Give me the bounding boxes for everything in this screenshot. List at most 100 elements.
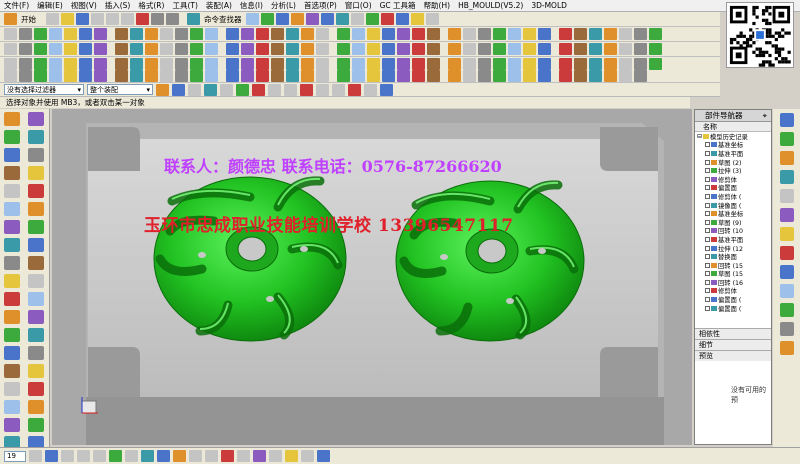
edit-object-icon[interactable] [221,450,234,462]
reuse-library-icon[interactable] [779,151,794,165]
hd3d-tools-icon[interactable] [779,170,794,184]
boss-icon[interactable] [49,43,62,55]
parting-icon[interactable] [337,70,350,82]
blend-icon[interactable] [634,43,647,55]
polygon-icon[interactable] [649,28,662,40]
open-folder-icon[interactable] [61,13,74,25]
n-sided-icon[interactable] [190,58,203,70]
unite-icon[interactable] [4,220,20,234]
n-sided-icon[interactable] [49,58,62,70]
shell-icon[interactable] [241,43,254,55]
blend-icon[interactable] [493,43,506,55]
layer-icon[interactable] [28,400,44,414]
sew-icon[interactable] [493,58,506,70]
help-icon[interactable] [410,13,424,25]
pattern-icon[interactable] [412,43,425,55]
draft-icon[interactable] [4,274,20,288]
rectangle-icon[interactable] [493,28,506,40]
ejector-icon[interactable] [94,70,107,82]
mold-base-icon[interactable] [634,70,647,82]
background-icon[interactable] [157,450,170,462]
menu-analysis[interactable]: 分析(L) [271,0,296,11]
swept-icon[interactable] [574,58,587,70]
through-curves-icon[interactable] [4,58,17,70]
thicken-icon[interactable] [94,58,107,70]
mold-base-icon[interactable] [352,70,365,82]
move-object-icon[interactable] [173,450,186,462]
view-icon[interactable] [275,13,289,25]
datum-plane-icon[interactable] [4,130,20,144]
show-icon[interactable] [205,450,218,462]
face-rule-icon[interactable] [204,83,217,96]
point-set-icon[interactable] [28,148,44,162]
selection-filter-dropdown[interactable]: 没有选择过滤器 ▾ [4,84,84,95]
parting-icon[interactable] [619,70,632,82]
visibility-checkbox[interactable] [705,297,710,303]
trim-body-icon[interactable] [4,310,20,324]
mirror-icon[interactable] [28,274,44,288]
system-materials-icon[interactable] [779,227,794,241]
thicken-icon[interactable] [226,58,239,70]
visibility-checkbox[interactable] [705,185,710,191]
extrude-icon[interactable] [286,43,299,55]
shrinkage-icon[interactable] [19,70,32,82]
point-icon[interactable] [337,28,350,40]
point-icon[interactable] [64,28,77,40]
project-curve-icon[interactable] [271,28,284,40]
visibility-checkbox[interactable] [705,202,710,208]
section-dependencies[interactable]: 相依性 [695,328,771,339]
sew-icon[interactable] [634,58,647,70]
draft-icon[interactable] [115,43,128,55]
mold-wizard-icon[interactable] [380,13,394,25]
split-body-icon[interactable] [28,310,44,324]
parting-icon[interactable] [205,70,218,82]
mold-base-icon[interactable] [79,70,92,82]
menu-preferences[interactable]: 首选项(P) [304,0,337,11]
body-filter-icon[interactable] [236,83,249,96]
zoom-icon[interactable] [61,450,74,462]
visibility-checkbox[interactable] [705,236,710,242]
cavity-layout-icon[interactable] [463,70,476,82]
slider-icon[interactable] [523,70,536,82]
visibility-checkbox[interactable] [705,211,710,217]
patch-icon[interactable] [130,58,143,70]
bounded-plane-icon[interactable] [34,58,47,70]
offset-curve-icon[interactable] [256,28,269,40]
process-studio-icon[interactable] [779,246,794,260]
chamfer-icon[interactable] [367,43,380,55]
fit-view-icon[interactable] [45,450,58,462]
n-sided-icon[interactable] [604,58,617,70]
offset-face-icon[interactable] [241,58,254,70]
visibility-checkbox[interactable] [705,176,710,182]
menu-insert[interactable]: 插入(S) [105,0,131,11]
rectangle-icon[interactable] [352,28,365,40]
measure-icon[interactable] [335,13,349,25]
menu-format[interactable]: 格式(R) [138,0,164,11]
section-view-icon[interactable] [253,450,266,462]
impeller-part-right[interactable] [395,180,585,342]
revolve-icon[interactable] [160,43,173,55]
trim-sheet-icon[interactable] [337,58,350,70]
redo-icon[interactable] [166,13,179,25]
pocket-icon[interactable] [619,43,632,55]
orient-view-icon[interactable] [141,450,154,462]
circle-icon[interactable] [34,28,47,40]
mold-csys-icon[interactable] [286,70,299,82]
offset-face-icon[interactable] [523,58,536,70]
tree-item[interactable]: 基准坐标 [697,209,771,218]
draft-icon[interactable] [256,43,269,55]
polygon-icon[interactable] [226,28,239,40]
endpoint-snap-icon[interactable] [252,83,265,96]
thicken-icon[interactable] [508,58,521,70]
web-browser-icon[interactable] [779,189,794,203]
extrude-icon[interactable] [427,43,440,55]
project-curve-icon[interactable] [412,28,425,40]
tree-item[interactable]: 基准平面 [697,149,771,158]
offset-curve-icon[interactable] [397,28,410,40]
measure-icon[interactable] [28,382,44,396]
offset-face-icon[interactable] [382,58,395,70]
ellipse-icon[interactable] [382,28,395,40]
through-curves-icon[interactable] [286,58,299,70]
mold-csys-icon[interactable] [145,70,158,82]
rectangle-icon[interactable] [634,28,647,40]
